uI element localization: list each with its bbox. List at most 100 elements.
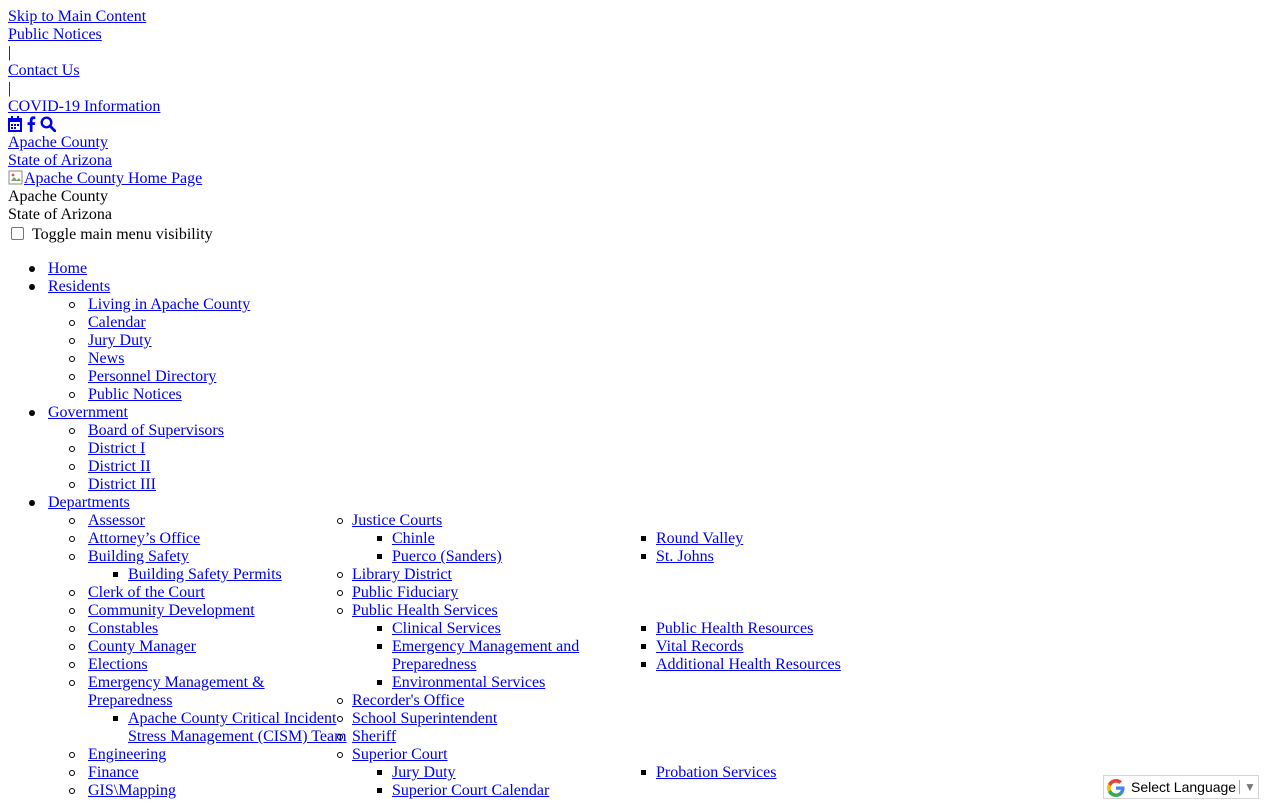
bullet xyxy=(69,428,75,434)
dept-assessor[interactable]: Assessor xyxy=(88,512,145,530)
menu-toggle-label[interactable]: Toggle main menu visibility xyxy=(32,226,213,244)
dept-public-fiduciary[interactable]: Public Fiduciary xyxy=(352,584,458,602)
bullet xyxy=(69,338,75,344)
bullet xyxy=(337,572,343,578)
chevron-down-icon: ▼ xyxy=(1244,780,1256,794)
dept-county-manager[interactable]: County Manager xyxy=(88,638,196,656)
dept-puerco-sanders[interactable]: Puerco (Sanders) xyxy=(392,548,502,566)
dept-round-valley[interactable]: Round Valley xyxy=(656,530,743,548)
dept-justice-courts[interactable]: Justice Courts xyxy=(352,512,442,530)
dept-emergency-management[interactable]: Emergency Management & xyxy=(88,674,265,692)
bullet xyxy=(29,284,35,290)
dept-superior-court-calendar[interactable]: Superior Court Calendar xyxy=(392,782,549,800)
dept-cism-team-line2[interactable]: Stress Management (CISM) Team xyxy=(128,728,347,746)
nav-district-1[interactable]: District I xyxy=(88,440,145,458)
nav-living-in-apache-county[interactable]: Living in Apache County xyxy=(88,296,250,314)
dept-building-safety-permits[interactable]: Building Safety Permits xyxy=(128,566,282,584)
bullet xyxy=(69,302,75,308)
bullet xyxy=(641,626,646,631)
dept-st-johns[interactable]: St. Johns xyxy=(656,548,714,566)
bullet xyxy=(641,536,646,541)
nav-news[interactable]: News xyxy=(88,350,124,368)
dept-vital-records[interactable]: Vital Records xyxy=(656,638,743,656)
dept-public-health-services[interactable]: Public Health Services xyxy=(352,602,498,620)
apache-county-link[interactable]: Apache County xyxy=(8,134,108,152)
dept-library-district[interactable]: Library District xyxy=(352,566,452,584)
select-language-dropdown[interactable]: Select Language ▼ xyxy=(1103,775,1259,799)
dept-community-development[interactable]: Community Development xyxy=(88,602,255,620)
bullet xyxy=(113,572,118,577)
nav-district-3[interactable]: District III xyxy=(88,476,156,494)
bullet xyxy=(69,356,75,362)
bullet xyxy=(337,518,343,524)
nav-jury-duty[interactable]: Jury Duty xyxy=(88,332,152,350)
nav-calendar[interactable]: Calendar xyxy=(88,314,146,332)
bullet xyxy=(337,608,343,614)
dept-environmental-services[interactable]: Environmental Services xyxy=(392,674,545,692)
dept-constables[interactable]: Constables xyxy=(88,620,158,638)
nav-government[interactable]: Government xyxy=(48,404,128,422)
dept-jury-duty[interactable]: Jury Duty xyxy=(392,764,456,782)
nav-personnel-directory[interactable]: Personnel Directory xyxy=(88,368,216,386)
dept-chinle[interactable]: Chinle xyxy=(392,530,435,548)
dept-clinical-services[interactable]: Clinical Services xyxy=(392,620,501,638)
bullet xyxy=(69,482,75,488)
dept-emergency-management-line2[interactable]: Preparedness xyxy=(88,692,172,710)
site-name-county: Apache County xyxy=(8,188,108,205)
bullet xyxy=(641,554,646,559)
bullet xyxy=(337,734,343,740)
bullet xyxy=(69,464,75,470)
menu-toggle-checkbox[interactable] xyxy=(11,227,24,240)
bullet xyxy=(69,320,75,326)
nav-departments[interactable]: Departments xyxy=(48,494,130,512)
dept-recorders-office[interactable]: Recorder's Office xyxy=(352,692,464,710)
bullet xyxy=(377,536,382,541)
dept-gis-mapping[interactable]: GIS\Mapping xyxy=(88,782,176,800)
bullet xyxy=(69,374,75,380)
bullet xyxy=(377,788,382,793)
state-of-arizona-link[interactable]: State of Arizona xyxy=(8,152,112,170)
bullet xyxy=(69,554,75,560)
bullet xyxy=(29,266,35,272)
dept-finance[interactable]: Finance xyxy=(88,764,139,782)
separator: | xyxy=(8,80,12,97)
dept-emergency-management-preparedness-line2[interactable]: Preparedness xyxy=(392,656,476,674)
bullet xyxy=(337,752,343,758)
broken-image-icon xyxy=(8,170,23,185)
contact-us-link[interactable]: Contact Us xyxy=(8,62,80,80)
dept-probation-services[interactable]: Probation Services xyxy=(656,764,776,782)
nav-board-of-supervisors[interactable]: Board of Supervisors xyxy=(88,422,224,440)
dept-cism-team[interactable]: Apache County Critical Incident xyxy=(128,710,336,728)
home-page-logo-link[interactable]: Apache County Home Page xyxy=(8,170,202,188)
dept-clerk-of-the-court[interactable]: Clerk of the Court xyxy=(88,584,205,602)
nav-residents[interactable]: Residents xyxy=(48,278,110,296)
bullet xyxy=(377,680,382,685)
dept-building-safety[interactable]: Building Safety xyxy=(88,548,189,566)
dept-public-health-resources[interactable]: Public Health Resources xyxy=(656,620,813,638)
dept-elections[interactable]: Elections xyxy=(88,656,148,674)
dept-superior-court[interactable]: Superior Court xyxy=(352,746,448,764)
bullet xyxy=(69,770,75,776)
dept-attorneys-office[interactable]: Attorney’s Office xyxy=(88,530,200,548)
dept-emergency-management-preparedness[interactable]: Emergency Management and xyxy=(392,638,579,656)
bullet xyxy=(69,392,75,398)
bullet xyxy=(69,644,75,650)
bullet xyxy=(69,446,75,452)
bullet xyxy=(69,788,75,794)
bullet xyxy=(69,608,75,614)
nav-home[interactable]: Home xyxy=(48,260,87,278)
dept-additional-health-resources[interactable]: Additional Health Resources xyxy=(656,656,841,674)
dept-sheriff[interactable]: Sheriff xyxy=(352,728,396,746)
bullet xyxy=(641,662,646,667)
skip-to-main-content-link[interactable]: Skip to Main Content xyxy=(8,8,146,26)
bullet xyxy=(69,680,75,686)
nav-district-2[interactable]: District II xyxy=(88,458,151,476)
covid-information-link[interactable]: COVID-19 Information xyxy=(8,98,160,116)
bullet xyxy=(69,536,75,542)
bullet xyxy=(337,698,343,704)
google-g-icon xyxy=(1107,779,1125,797)
public-notices-link[interactable]: Public Notices xyxy=(8,26,102,44)
dept-engineering[interactable]: Engineering xyxy=(88,746,166,764)
nav-public-notices[interactable]: Public Notices xyxy=(88,386,182,404)
dept-school-superintendent[interactable]: School Superintendent xyxy=(352,710,497,728)
